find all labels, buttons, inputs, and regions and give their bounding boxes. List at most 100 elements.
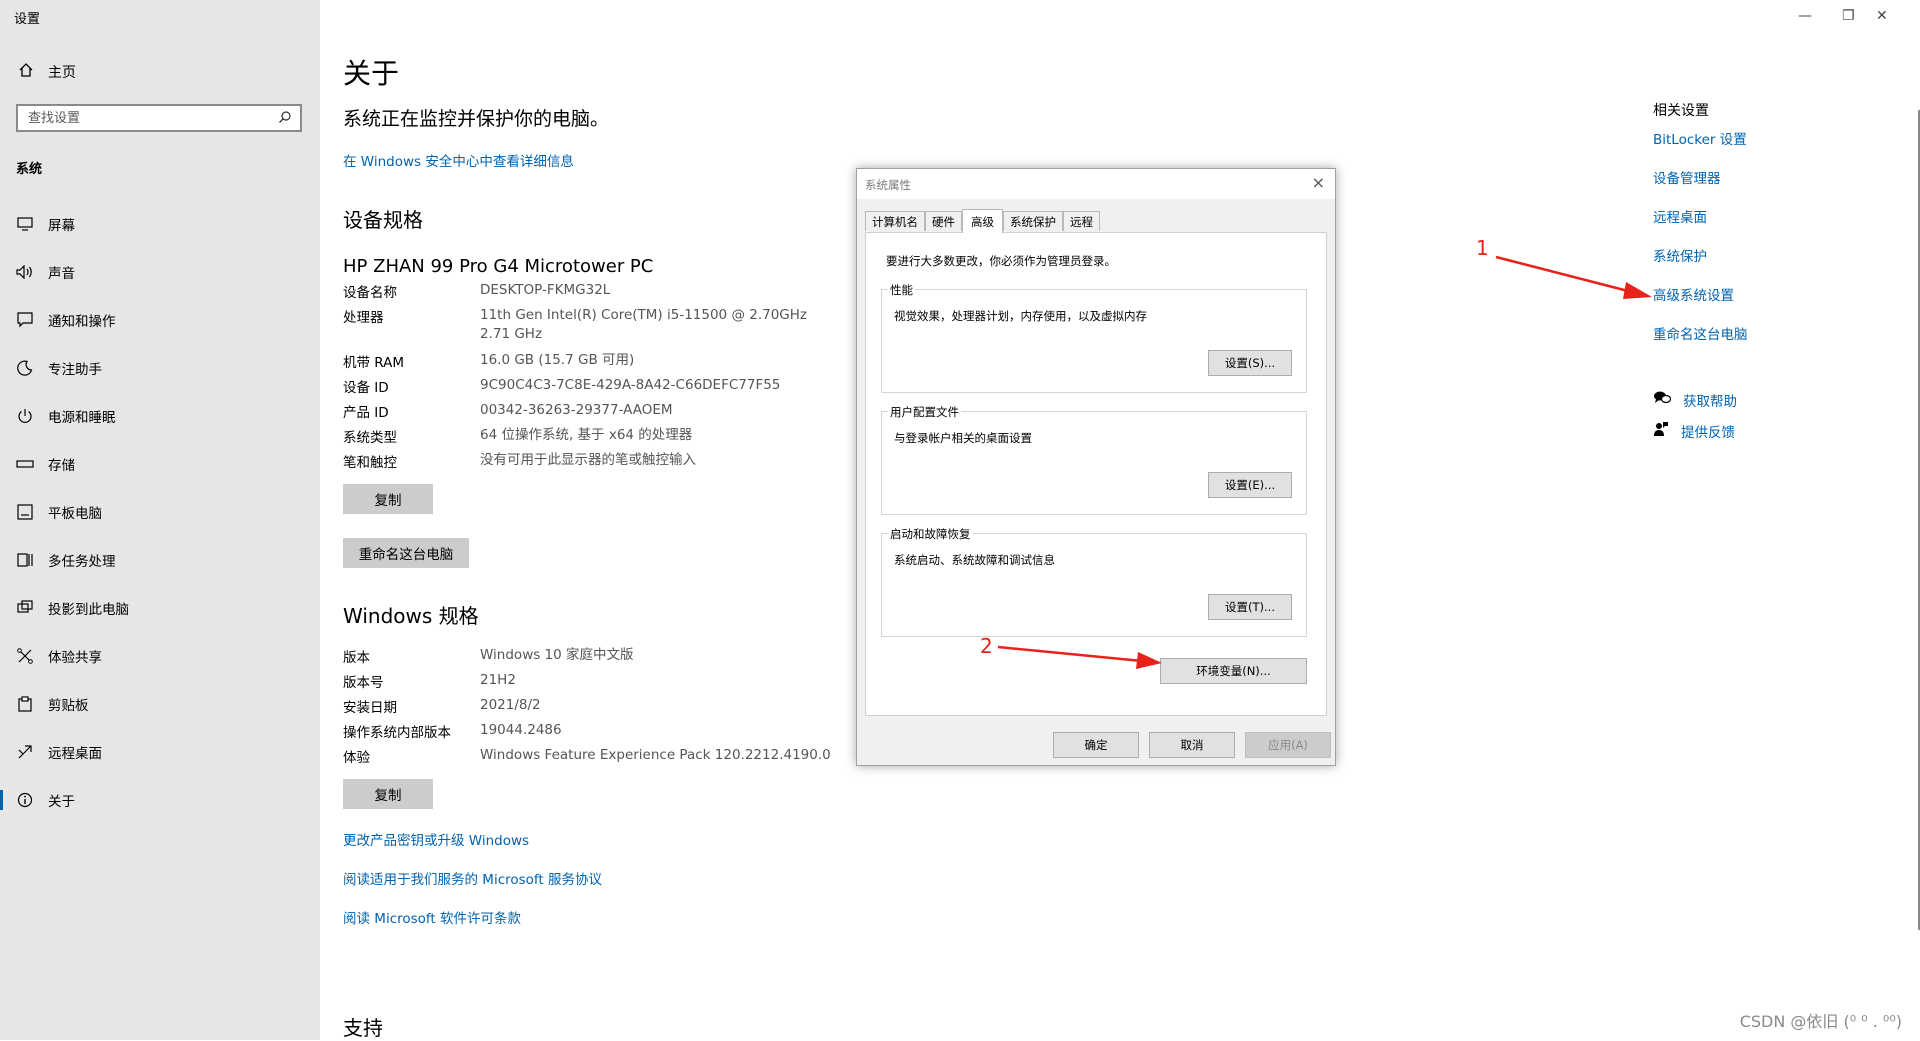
advanced-system-settings-link[interactable]: 高级系统设置: [1653, 284, 1734, 304]
spec-value: Windows Feature Experience Pack 120.2212…: [480, 747, 831, 763]
spec-value: 2021/8/2: [480, 697, 541, 713]
startup-recovery-group-title: 启动和故障恢复: [888, 526, 973, 542]
performance-group-title: 性能: [888, 282, 915, 298]
rename-pc-link[interactable]: 重命名这台电脑: [1653, 323, 1748, 343]
window-title: 设置: [14, 12, 41, 27]
apply-button[interactable]: 应用(A): [1245, 732, 1331, 758]
tab-remote[interactable]: 远程: [1063, 211, 1100, 231]
spec-key: 机带 RAM: [343, 355, 405, 371]
search-icon[interactable]: [278, 109, 292, 128]
dialog-titlebar[interactable]: 系统属性 ×: [857, 169, 1335, 199]
sidebar-item-label: 平板电脑: [48, 506, 102, 522]
sidebar-item-label: 电源和睡眠: [48, 410, 116, 426]
tablet-icon: [15, 504, 35, 520]
tab-hardware[interactable]: 硬件: [925, 211, 962, 231]
nav-home[interactable]: 主页: [18, 62, 76, 82]
sidebar-item-notifications[interactable]: 通知和操作: [0, 300, 320, 340]
startup-recovery-settings-button[interactable]: 设置(T)...: [1208, 594, 1292, 620]
system-protection-link[interactable]: 系统保护: [1653, 245, 1707, 265]
security-center-link[interactable]: 在 Windows 安全中心中查看详细信息: [343, 150, 574, 170]
rename-pc-button[interactable]: 重命名这台电脑: [343, 538, 469, 568]
sidebar: 设置 主页 系统 屏幕 声音 通知和操作 专注助手 电源和睡眠 存储 平板: [0, 0, 320, 1040]
cancel-button[interactable]: 取消: [1149, 732, 1235, 758]
sidebar-item-project[interactable]: 投影到此电脑: [0, 588, 320, 628]
annotation-label-1: 1: [1476, 236, 1489, 260]
sidebar-item-label: 关于: [48, 794, 75, 810]
annotation-label-2: 2: [980, 634, 993, 658]
spec-value: 21H2: [480, 672, 516, 688]
page-title: 关于: [343, 57, 400, 90]
sidebar-item-shared-experience[interactable]: 体验共享: [0, 636, 320, 676]
spec-value: 00342-36263-29377-AAOEM: [480, 402, 673, 418]
sidebar-item-sound[interactable]: 声音: [0, 252, 320, 292]
copy-device-specs-button[interactable]: 复制: [343, 484, 433, 514]
tab-advanced[interactable]: 高级: [962, 209, 1003, 233]
spec-key: 系统类型: [343, 430, 397, 446]
get-help-label: 获取帮助: [1683, 394, 1737, 410]
spec-key: 版本: [343, 650, 370, 666]
sidebar-item-label: 通知和操作: [48, 314, 116, 330]
search-box: [16, 104, 302, 132]
remote-desktop-icon: [15, 744, 35, 760]
spec-key: 处理器: [343, 310, 384, 326]
sidebar-item-remote-desktop[interactable]: 远程桌面: [0, 732, 320, 772]
device-manager-link[interactable]: 设备管理器: [1653, 167, 1721, 187]
dialog-close-button[interactable]: ×: [1312, 173, 1325, 192]
sidebar-item-label: 多任务处理: [48, 554, 116, 570]
sidebar-item-storage[interactable]: 存储: [0, 444, 320, 484]
ok-button[interactable]: 确定: [1053, 732, 1139, 758]
sidebar-item-multitasking[interactable]: 多任务处理: [0, 540, 320, 580]
spec-key: 操作系统内部版本: [343, 725, 451, 741]
project-icon: [15, 600, 35, 616]
user-profiles-settings-button[interactable]: 设置(E)...: [1208, 472, 1292, 498]
windows-specs-heading: Windows 规格: [343, 604, 479, 628]
spec-value-line2: 2.71 GHz: [480, 326, 543, 342]
tab-computer-name[interactable]: 计算机名: [865, 211, 925, 231]
tab-system-protection[interactable]: 系统保护: [1003, 211, 1063, 231]
remote-desktop-link[interactable]: 远程桌面: [1653, 206, 1707, 226]
sidebar-item-about[interactable]: 关于: [0, 780, 320, 820]
sidebar-item-label: 屏幕: [48, 218, 75, 234]
user-profiles-group-title: 用户配置文件: [888, 404, 961, 420]
monitor-icon: [15, 217, 35, 231]
spec-key: 设备名称: [343, 285, 397, 301]
get-help-link[interactable]: 获取帮助: [1653, 390, 1737, 410]
services-agreement-link[interactable]: 阅读适用于我们服务的 Microsoft 服务协议: [343, 868, 602, 888]
feedback-link[interactable]: 提供反馈: [1653, 421, 1735, 441]
system-properties-dialog: 系统属性 × 计算机名 硬件 高级 系统保护 远程 要进行大多数更改，你必须作为…: [856, 168, 1336, 766]
moon-icon: [15, 360, 35, 376]
spec-key: 设备 ID: [343, 380, 389, 396]
copy-windows-specs-button[interactable]: 复制: [343, 779, 433, 809]
sidebar-item-focus-assist[interactable]: 专注助手: [0, 348, 320, 388]
power-icon: [15, 408, 35, 424]
license-terms-link[interactable]: 阅读 Microsoft 软件许可条款: [343, 907, 521, 927]
close-button[interactable]: ✕: [1876, 8, 1888, 24]
performance-settings-button[interactable]: 设置(S)...: [1208, 350, 1292, 376]
bitlocker-settings-link[interactable]: BitLocker 设置: [1653, 128, 1747, 148]
restore-button[interactable]: ❐: [1842, 8, 1855, 24]
spec-value: DESKTOP-FKMG32L: [480, 282, 611, 298]
spec-value: 没有可用于此显示器的笔或触控输入: [480, 452, 696, 468]
dialog-title: 系统属性: [865, 178, 911, 192]
search-input[interactable]: [26, 109, 270, 127]
sidebar-item-tablet[interactable]: 平板电脑: [0, 492, 320, 532]
sidebar-item-label: 体验共享: [48, 650, 102, 666]
minimize-button[interactable]: —: [1798, 8, 1812, 24]
sidebar-item-clipboard[interactable]: 剪贴板: [0, 684, 320, 724]
sidebar-item-power[interactable]: 电源和睡眠: [0, 396, 320, 436]
user-profiles-group-desc: 与登录帐户相关的桌面设置: [894, 431, 1032, 445]
startup-recovery-group-desc: 系统启动、系统故障和调试信息: [894, 553, 1055, 567]
spec-key: 产品 ID: [343, 405, 389, 421]
feedback-label: 提供反馈: [1681, 425, 1735, 441]
storage-icon: [15, 459, 35, 469]
spec-value: 19044.2486: [480, 722, 562, 738]
chat-help-icon: [1653, 390, 1672, 410]
spec-key: 安装日期: [343, 700, 397, 716]
sidebar-item-label: 剪贴板: [48, 698, 89, 714]
info-icon: [15, 792, 35, 808]
environment-variables-button[interactable]: 环境变量(N)...: [1160, 658, 1307, 684]
sidebar-item-display[interactable]: 屏幕: [0, 204, 320, 244]
spec-value: 16.0 GB (15.7 GB 可用): [480, 352, 635, 368]
annotation-arrowhead-1: [1623, 282, 1652, 299]
product-key-link[interactable]: 更改产品密钥或升级 Windows: [343, 829, 529, 849]
